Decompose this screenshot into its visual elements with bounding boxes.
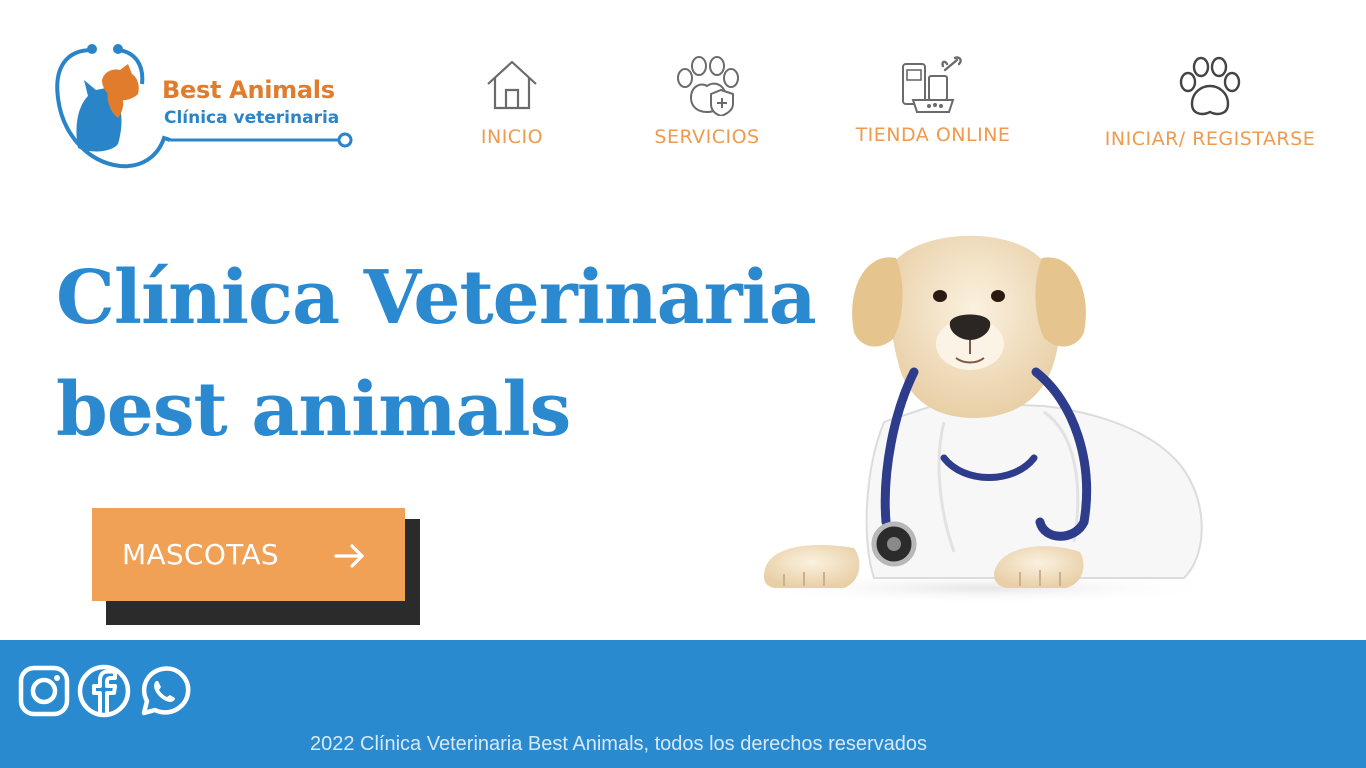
instagram-icon[interactable] <box>16 663 72 719</box>
footer: 2022 Clínica Veterinaria Best Animals, t… <box>0 640 1366 768</box>
house-icon <box>487 60 537 110</box>
hero-title-line-2: best animals <box>56 367 571 453</box>
copyright-text: 2022 Clínica Veterinaria Best Animals, t… <box>310 733 928 755</box>
mascotas-button-label: MASCOTAS <box>122 538 279 571</box>
pet-shop-icon <box>902 56 962 113</box>
puppy-with-stethoscope-image <box>744 235 1214 602</box>
nav-label-servicios: SERVICIOS <box>654 126 760 148</box>
nav-label-inicio: INICIO <box>480 126 544 148</box>
logo-subtitle: Clínica veterinaria <box>164 108 340 128</box>
logo-title: Best Animals <box>162 76 335 104</box>
hero-title-line-1: Clínica Veterinaria <box>56 255 817 341</box>
paw-shield-icon <box>677 56 739 116</box>
whatsapp-icon[interactable] <box>136 663 192 719</box>
nav-label-tienda-online: TIENDA ONLINE <box>855 124 1011 146</box>
nav-item-tienda-online[interactable]: TIENDA ONLINE <box>842 56 1024 156</box>
hero-title: Clínica Veterinaria best animals <box>56 242 836 466</box>
nav-item-inicio[interactable]: INICIO <box>462 56 562 156</box>
dog-cat-stethoscope-logo-icon <box>55 44 353 169</box>
nav-label-iniciar-registrarse: INICIAR/ REGISTARSE <box>1104 128 1316 150</box>
brand-logo[interactable]: Best Animals Clínica veterinaria <box>52 40 362 172</box>
facebook-icon[interactable] <box>76 663 132 719</box>
nav-item-iniciar-registrarse[interactable]: INICIAR/ REGISTARSE <box>1074 56 1346 156</box>
paw-print-icon <box>1179 56 1241 116</box>
nav-item-servicios[interactable]: SERVICIOS <box>640 56 774 156</box>
mascotas-button[interactable]: MASCOTAS <box>92 508 405 601</box>
